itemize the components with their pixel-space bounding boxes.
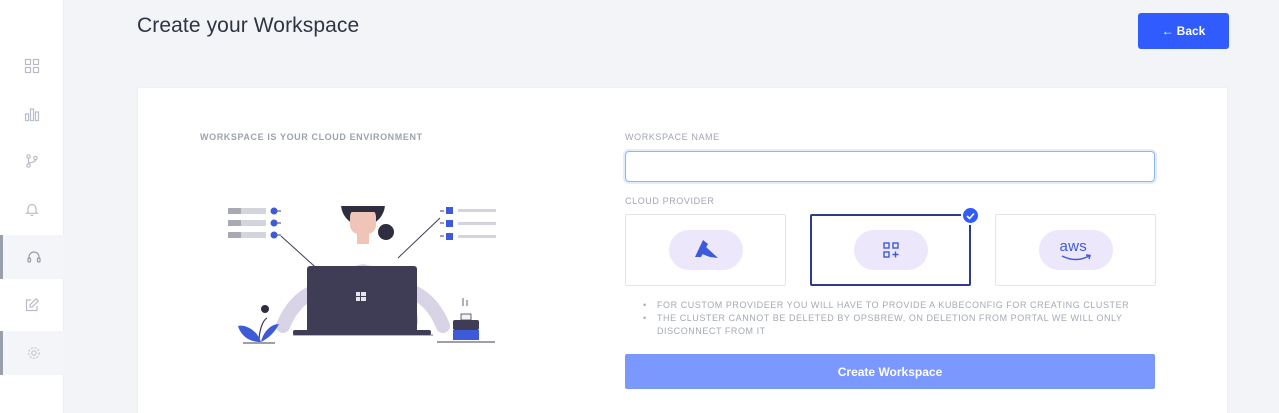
edit-icon [25,297,40,312]
sidebar-item-analytics[interactable] [0,92,64,136]
selected-check-icon [961,206,980,225]
back-button[interactable]: ← Back [1138,13,1229,49]
arrow-left-icon: ← [1161,24,1174,38]
sidebar-item-settings[interactable] [0,331,64,375]
workspace-name-input[interactable] [625,151,1155,182]
page-title: Create your Workspace [137,14,360,37]
provider-option-aws[interactable]: aws [995,214,1156,286]
custom-provider-icon [882,242,899,258]
bell-icon [25,203,39,217]
git-branch-icon [26,154,38,168]
provider-pill [668,230,743,270]
note-item: FOR CUSTOM PROVIDEER YOU WILL HAVE TO PR… [643,299,1173,312]
create-workspace-button[interactable]: Create Workspace [625,354,1155,389]
sidebar-item-dashboard[interactable] [0,44,64,88]
grid-icon [24,58,40,74]
headset-icon [26,251,41,263]
aws-logo-text: aws [1059,238,1088,255]
sidebar-item-support[interactable] [0,235,64,279]
workspace-illustration [228,206,496,344]
workspace-name-label: WORKSPACE NAME [625,132,720,142]
cloud-provider-label: CLOUD PROVIDER [625,196,715,206]
sidebar [0,0,64,413]
sidebar-item-notifications[interactable] [0,187,64,231]
aws-icon: aws [1059,238,1093,262]
back-button-label: Back [1176,24,1206,38]
left-panel-heading: WORKSPACE IS YOUR CLOUD ENVIRONMENT [200,132,423,142]
azure-icon [694,240,718,258]
bar-chart-icon [24,108,40,122]
note-item: THE CLUSTER CANNOT BE DELETED BY OPSBREW… [643,312,1173,338]
provider-pill: aws [1038,230,1113,270]
create-workspace-card: WORKSPACE IS YOUR CLOUD ENVIRONMENT WORK… [137,87,1228,413]
sidebar-item-branches[interactable] [0,139,64,183]
provider-pill [853,230,928,270]
provider-option-custom[interactable] [810,206,980,286]
sidebar-item-edit[interactable] [0,283,64,327]
provider-option-azure[interactable] [625,214,786,286]
settings-icon [27,347,40,359]
provider-notes-list: FOR CUSTOM PROVIDEER YOU WILL HAVE TO PR… [643,299,1173,338]
